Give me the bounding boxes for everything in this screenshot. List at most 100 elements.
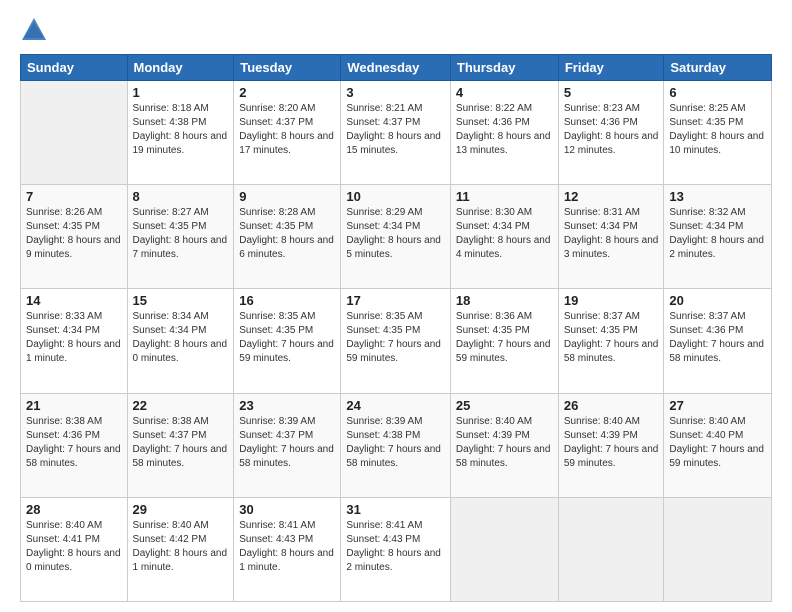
calendar-cell: 29 Sunrise: 8:40 AMSunset: 4:42 PMDayligh… [127,497,234,601]
day-number: 12 [564,189,659,204]
day-info: Sunrise: 8:33 AMSunset: 4:34 PMDaylight:… [26,310,122,366]
day-info: Sunrise: 8:38 AMSunset: 4:37 PMDaylight:… [133,415,229,471]
day-info: Sunrise: 8:37 AMSunset: 4:36 PMDaylight:… [669,310,766,366]
calendar-cell: 11 Sunrise: 8:30 AMSunset: 4:34 PMDayligh… [450,185,558,289]
logo-icon [20,16,48,44]
logo [20,16,52,44]
day-number: 23 [239,398,335,413]
calendar-cell: 9 Sunrise: 8:28 AMSunset: 4:35 PMDaylight… [234,185,341,289]
day-info: Sunrise: 8:40 AMSunset: 4:42 PMDaylight:… [133,519,229,575]
day-info: Sunrise: 8:40 AMSunset: 4:39 PMDaylight:… [456,415,553,471]
weekday-header-thursday: Thursday [450,55,558,81]
day-number: 5 [564,85,659,100]
day-info: Sunrise: 8:31 AMSunset: 4:34 PMDaylight:… [564,206,659,262]
calendar-cell [450,497,558,601]
calendar-cell [21,81,128,185]
weekday-header-tuesday: Tuesday [234,55,341,81]
day-info: Sunrise: 8:25 AMSunset: 4:35 PMDaylight:… [669,102,766,158]
calendar-cell [558,497,664,601]
day-number: 29 [133,502,229,517]
day-number: 25 [456,398,553,413]
day-number: 22 [133,398,229,413]
day-info: Sunrise: 8:29 AMSunset: 4:34 PMDaylight:… [346,206,445,262]
calendar-cell: 25 Sunrise: 8:40 AMSunset: 4:39 PMDayligh… [450,393,558,497]
calendar-week-row: 21 Sunrise: 8:38 AMSunset: 4:36 PMDayligh… [21,393,772,497]
day-number: 30 [239,502,335,517]
day-number: 1 [133,85,229,100]
day-info: Sunrise: 8:26 AMSunset: 4:35 PMDaylight:… [26,206,122,262]
weekday-header-wednesday: Wednesday [341,55,451,81]
day-number: 15 [133,293,229,308]
weekday-header-friday: Friday [558,55,664,81]
calendar-cell: 10 Sunrise: 8:29 AMSunset: 4:34 PMDayligh… [341,185,451,289]
calendar-cell: 2 Sunrise: 8:20 AMSunset: 4:37 PMDaylight… [234,81,341,185]
day-number: 10 [346,189,445,204]
calendar-cell: 3 Sunrise: 8:21 AMSunset: 4:37 PMDaylight… [341,81,451,185]
day-info: Sunrise: 8:40 AMSunset: 4:39 PMDaylight:… [564,415,659,471]
day-number: 20 [669,293,766,308]
calendar-cell: 21 Sunrise: 8:38 AMSunset: 4:36 PMDayligh… [21,393,128,497]
day-number: 14 [26,293,122,308]
weekday-header-row: SundayMondayTuesdayWednesdayThursdayFrid… [21,55,772,81]
calendar-cell: 24Sunrise: 8:39 AMSunset: 4:38 PMDayligh… [341,393,451,497]
day-info: Sunrise: 8:40 AMSunset: 4:40 PMDaylight:… [669,415,766,471]
calendar-cell [664,497,772,601]
calendar-cell: 27 Sunrise: 8:40 AMSunset: 4:40 PMDayligh… [664,393,772,497]
calendar-cell: 4 Sunrise: 8:22 AMSunset: 4:36 PMDaylight… [450,81,558,185]
calendar-cell: 30Sunrise: 8:41 AMSunset: 4:43 PMDayligh… [234,497,341,601]
day-number: 26 [564,398,659,413]
calendar-cell: 1Sunrise: 8:18 AMSunset: 4:38 PMDaylight… [127,81,234,185]
calendar-cell: 18 Sunrise: 8:36 AMSunset: 4:35 PMDayligh… [450,289,558,393]
day-info: Sunrise: 8:28 AMSunset: 4:35 PMDaylight:… [239,206,335,262]
day-info: Sunrise: 8:27 AMSunset: 4:35 PMDaylight:… [133,206,229,262]
day-number: 31 [346,502,445,517]
calendar-week-row: 7Sunrise: 8:26 AMSunset: 4:35 PMDaylight… [21,185,772,289]
day-number: 13 [669,189,766,204]
day-info: Sunrise: 8:30 AMSunset: 4:34 PMDaylight:… [456,206,553,262]
day-number: 19 [564,293,659,308]
day-number: 6 [669,85,766,100]
calendar-cell: 26 Sunrise: 8:40 AMSunset: 4:39 PMDayligh… [558,393,664,497]
day-info: Sunrise: 8:36 AMSunset: 4:35 PMDaylight:… [456,310,553,366]
day-number: 21 [26,398,122,413]
day-info: Sunrise: 8:20 AMSunset: 4:37 PMDaylight:… [239,102,335,158]
calendar-week-row: 1Sunrise: 8:18 AMSunset: 4:38 PMDaylight… [21,81,772,185]
day-info: Sunrise: 8:22 AMSunset: 4:36 PMDaylight:… [456,102,553,158]
calendar-cell: 8 Sunrise: 8:27 AMSunset: 4:35 PMDaylight… [127,185,234,289]
day-number: 27 [669,398,766,413]
day-number: 3 [346,85,445,100]
day-info: Sunrise: 8:21 AMSunset: 4:37 PMDaylight:… [346,102,445,158]
header [20,16,772,44]
day-number: 9 [239,189,335,204]
calendar-cell: 13Sunrise: 8:32 AMSunset: 4:34 PMDayligh… [664,185,772,289]
calendar-cell: 12 Sunrise: 8:31 AMSunset: 4:34 PMDayligh… [558,185,664,289]
day-info: Sunrise: 8:23 AMSunset: 4:36 PMDaylight:… [564,102,659,158]
day-info: Sunrise: 8:37 AMSunset: 4:35 PMDaylight:… [564,310,659,366]
calendar-week-row: 14 Sunrise: 8:33 AMSunset: 4:34 PMDayligh… [21,289,772,393]
calendar-cell: 22 Sunrise: 8:38 AMSunset: 4:37 PMDayligh… [127,393,234,497]
calendar-cell: 6 Sunrise: 8:25 AMSunset: 4:35 PMDaylight… [664,81,772,185]
day-info: Sunrise: 8:41 AMSunset: 4:43 PMDaylight:… [346,519,445,575]
calendar-cell: 28Sunrise: 8:40 AMSunset: 4:41 PMDayligh… [21,497,128,601]
day-info: Sunrise: 8:35 AMSunset: 4:35 PMDaylight:… [239,310,335,366]
day-number: 24 [346,398,445,413]
calendar-table: SundayMondayTuesdayWednesdayThursdayFrid… [20,54,772,602]
day-number: 17 [346,293,445,308]
calendar-page: SundayMondayTuesdayWednesdayThursdayFrid… [0,0,792,612]
calendar-cell: 31 Sunrise: 8:41 AMSunset: 4:43 PMDayligh… [341,497,451,601]
day-info: Sunrise: 8:35 AMSunset: 4:35 PMDaylight:… [346,310,445,366]
day-number: 16 [239,293,335,308]
calendar-cell: 23Sunrise: 8:39 AMSunset: 4:37 PMDayligh… [234,393,341,497]
day-number: 8 [133,189,229,204]
day-number: 11 [456,189,553,204]
day-number: 28 [26,502,122,517]
calendar-cell: 20 Sunrise: 8:37 AMSunset: 4:36 PMDayligh… [664,289,772,393]
calendar-cell: 7Sunrise: 8:26 AMSunset: 4:35 PMDaylight… [21,185,128,289]
calendar-cell: 15Sunrise: 8:34 AMSunset: 4:34 PMDayligh… [127,289,234,393]
day-number: 2 [239,85,335,100]
day-number: 18 [456,293,553,308]
weekday-header-saturday: Saturday [664,55,772,81]
day-info: Sunrise: 8:38 AMSunset: 4:36 PMDaylight:… [26,415,122,471]
weekday-header-monday: Monday [127,55,234,81]
day-number: 4 [456,85,553,100]
